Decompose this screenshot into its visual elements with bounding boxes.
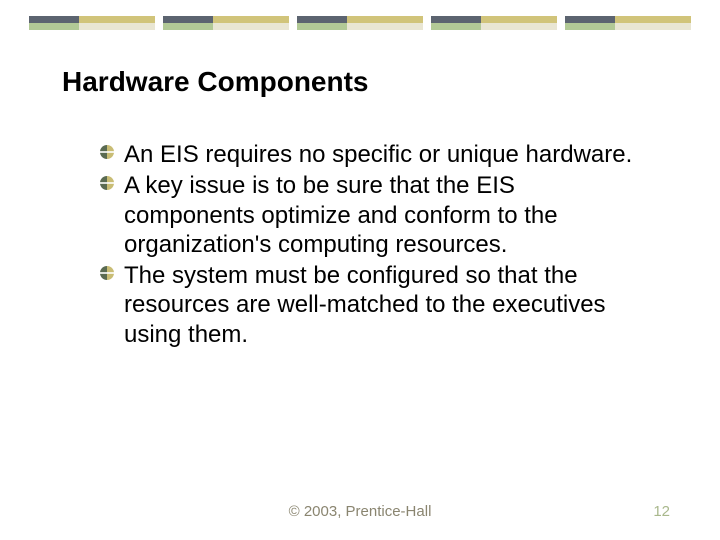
bullet-icon — [100, 266, 118, 284]
bar-segment — [565, 16, 691, 30]
bar-segment — [297, 16, 423, 30]
slide-title: Hardware Components — [62, 66, 369, 98]
bar-segment — [163, 16, 289, 30]
slide-body: An EIS requires no specific or unique ha… — [100, 140, 640, 351]
slide-footer: © 2003, Prentice-Hall 12 — [0, 503, 720, 520]
footer-copyright: © 2003, Prentice-Hall — [257, 503, 464, 520]
list-item-text: A key issue is to be sure that the EIS c… — [124, 171, 640, 259]
page-number: 12 — [463, 503, 670, 520]
list-item: The system must be configured so that th… — [100, 261, 640, 349]
list-item: An EIS requires no specific or unique ha… — [100, 140, 640, 169]
footer-left — [50, 503, 257, 520]
list-item-text: An EIS requires no specific or unique ha… — [124, 140, 632, 169]
decorative-top-bars — [25, 16, 695, 30]
bar-segment — [29, 16, 155, 30]
bullet-icon — [100, 145, 118, 163]
bullet-icon — [100, 176, 118, 194]
bar-segment — [431, 16, 557, 30]
list-item-text: The system must be configured so that th… — [124, 261, 640, 349]
list-item: A key issue is to be sure that the EIS c… — [100, 171, 640, 259]
